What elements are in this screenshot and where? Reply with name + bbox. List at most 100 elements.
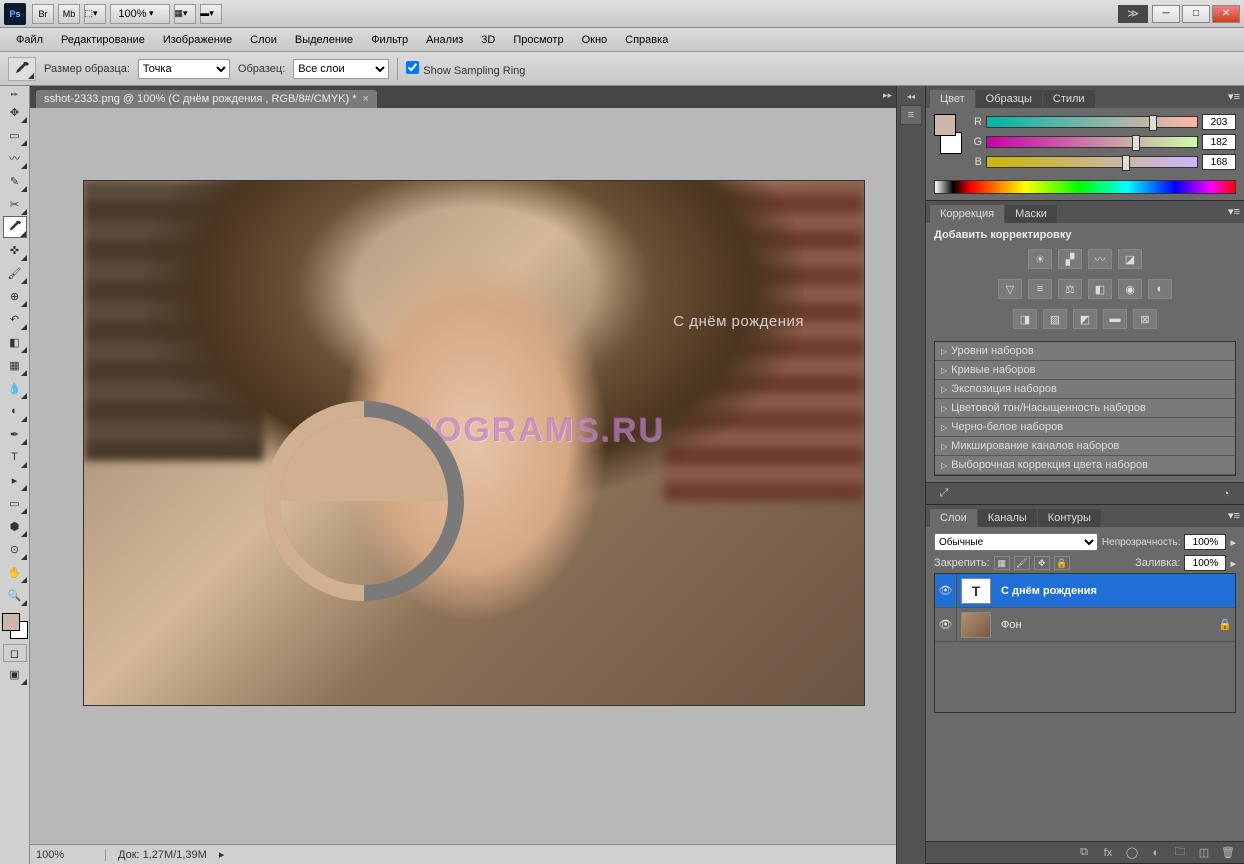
lasso-tool[interactable]: 〰 [3,147,27,169]
eraser-tool[interactable]: ◧ [3,331,27,353]
adj-clip-icon[interactable]: ◔ [1216,486,1236,502]
3d-tool[interactable]: ⬢ [3,515,27,537]
panel-menu-icon[interactable]: ▾≡ [1228,205,1240,218]
layer-row[interactable]: 👁 T С днём рождения [935,574,1235,608]
preset-item[interactable]: Кривые наборов [935,361,1235,380]
expand-workspace-button[interactable]: ≫ [1118,5,1148,23]
menu-select[interactable]: Выделение [287,31,361,49]
stamp-tool[interactable]: ⊕ [3,285,27,307]
marquee-tool[interactable]: ▭ [3,124,27,146]
3d-camera-tool[interactable]: ⊙ [3,538,27,560]
color-swatches[interactable] [2,613,28,639]
gradientmap-icon[interactable]: ▬ [1103,309,1127,329]
bridge-button[interactable]: Br [32,4,54,24]
adjustment-presets-list[interactable]: Уровни наборов Кривые наборов Экспозиция… [934,341,1236,476]
g-slider[interactable] [986,136,1198,148]
minibridge-button[interactable]: Mb [58,4,80,24]
r-slider[interactable] [986,116,1198,128]
status-zoom[interactable]: 100% [36,849,106,861]
preset-item[interactable]: Цветовой тон/Насыщенность наборов [935,399,1235,418]
tab-overflow-icon[interactable]: ▸▸ [883,90,892,101]
tab-swatches[interactable]: Образцы [976,90,1042,108]
r-input[interactable] [1202,114,1236,130]
path-select-tool[interactable]: ▸ [3,469,27,491]
opacity-input[interactable] [1184,534,1226,550]
blend-mode-select[interactable]: Обычные [934,533,1098,551]
opacity-arrow-icon[interactable]: ▸ [1230,536,1236,549]
lock-pixels-icon[interactable]: 🖌 [1014,556,1030,570]
gradient-tool[interactable]: ▦ [3,354,27,376]
new-layer-icon[interactable]: ◫ [1194,845,1214,861]
quick-select-tool[interactable]: ✎ [3,170,27,192]
lock-all-icon[interactable]: 🔒 [1054,556,1070,570]
blur-tool[interactable]: 💧 [3,377,27,399]
tab-paths[interactable]: Контуры [1038,509,1101,527]
sampling-ring-option[interactable]: Show Sampling Ring [406,61,525,77]
status-menu-icon[interactable]: ▸ [219,848,225,861]
menu-help[interactable]: Справка [617,31,676,49]
posterize-icon[interactable]: ▨ [1043,309,1067,329]
eyedropper-tool[interactable] [3,216,27,238]
preset-item[interactable]: Уровни наборов [935,342,1235,361]
levels-icon[interactable]: ▞ [1058,249,1082,269]
panel-color-swatches[interactable] [934,114,962,154]
panel-menu-icon[interactable]: ▾≡ [1228,90,1240,103]
foreground-color[interactable] [2,613,20,631]
tab-layers[interactable]: Слои [930,509,977,527]
tab-color[interactable]: Цвет [930,90,975,108]
preset-item[interactable]: Микширование каналов наборов [935,437,1235,456]
minimize-button[interactable]: ─ [1152,5,1180,23]
tools-collapse-icon[interactable] [0,90,29,100]
color-spectrum[interactable] [934,180,1236,194]
g-input[interactable] [1202,134,1236,150]
tab-styles[interactable]: Стили [1043,90,1095,108]
arrange-button[interactable]: ▦▾ [174,4,196,24]
close-button[interactable]: ✕ [1212,5,1240,23]
menu-edit[interactable]: Редактирование [53,31,153,49]
bw-icon[interactable]: ◧ [1088,279,1112,299]
screenmode-tool[interactable]: ▣ [3,663,27,685]
hand-tool[interactable]: ✋ [3,561,27,583]
threshold-icon[interactable]: ◩ [1073,309,1097,329]
history-panel-icon[interactable]: ≡ [900,105,922,125]
shape-tool[interactable]: ▭ [3,492,27,514]
hue-icon[interactable]: ≡ [1028,279,1052,299]
photofilter-icon[interactable]: ◉ [1118,279,1142,299]
lock-position-icon[interactable]: ✥ [1034,556,1050,570]
tab-adjustments[interactable]: Коррекция [930,205,1004,223]
menu-file[interactable]: Файл [8,31,51,49]
lock-transparency-icon[interactable]: ▦ [994,556,1010,570]
layer-thumbnail[interactable]: T [961,578,991,604]
layer-thumbnail[interactable] [961,612,991,638]
canvas-viewport[interactable]: С днём рождения BOXPROGRAMS.RU [30,108,896,844]
preset-item[interactable]: Черно-белое наборов [935,418,1235,437]
menu-view[interactable]: Просмотр [505,31,571,49]
layer-fx-icon[interactable]: fx [1098,845,1118,861]
exposure-icon[interactable]: ◪ [1118,249,1142,269]
quickmask-toggle[interactable]: ◻ [3,644,27,662]
panel-menu-icon[interactable]: ▾≡ [1228,509,1240,522]
layer-mask-icon[interactable]: ◯ [1122,845,1142,861]
document-tab[interactable]: sshot-2333.png @ 100% (С днём рождения ,… [36,90,377,108]
close-tab-icon[interactable]: × [363,93,369,105]
zoom-select[interactable]: 100% ▾ [110,4,170,24]
history-brush-tool[interactable]: ↶ [3,308,27,330]
tab-masks[interactable]: Маски [1005,205,1057,223]
sample-size-select[interactable]: Точка [138,59,230,79]
visibility-icon[interactable]: 👁 [935,608,957,641]
delete-layer-icon[interactable]: 🗑 [1218,845,1238,861]
link-layers-icon[interactable]: ⧉ [1074,845,1094,861]
brush-tool[interactable]: 🖌 [3,262,27,284]
maximize-button[interactable]: □ [1182,5,1210,23]
pen-tool[interactable]: ✒ [3,423,27,445]
curves-icon[interactable]: 〰 [1088,249,1112,269]
invert-icon[interactable]: ◨ [1013,309,1037,329]
sample-source-select[interactable]: Все слои [293,59,389,79]
menu-analysis[interactable]: Анализ [418,31,471,49]
zoom-tool[interactable]: 🔍 [3,584,27,606]
adj-expand-icon[interactable]: ⤢ [934,486,954,502]
b-slider[interactable] [986,156,1198,168]
colorbalance-icon[interactable]: ⚖ [1058,279,1082,299]
crop-tool[interactable]: ✂ [3,193,27,215]
menu-3d[interactable]: 3D [473,31,503,49]
